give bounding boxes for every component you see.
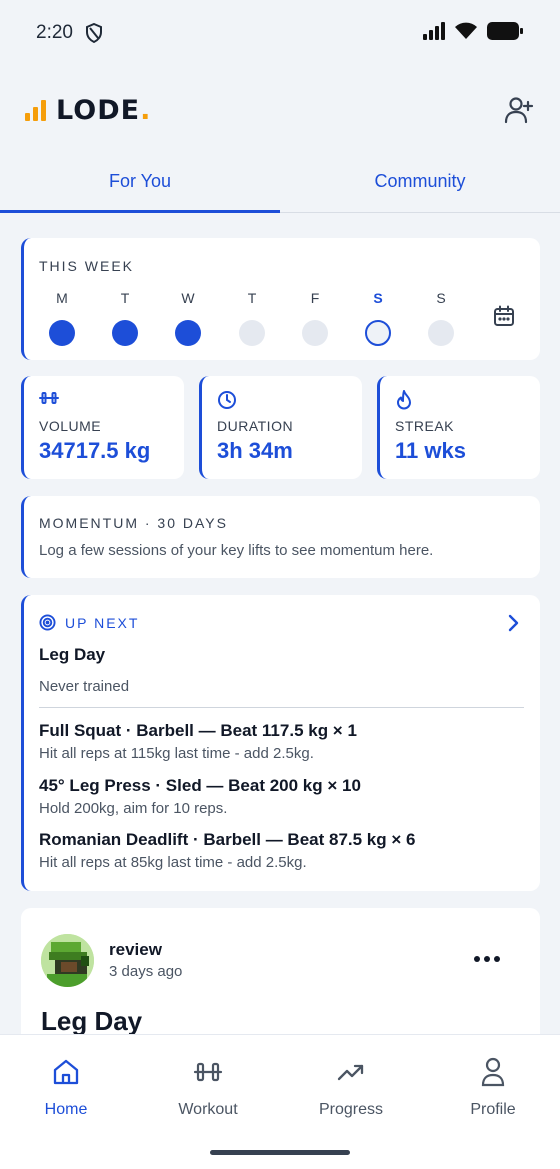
exercise-title: 45° Leg Press · Sled — Beat 200 kg × 10 bbox=[39, 776, 361, 795]
this-week-card: THIS WEEK M T W T F S S bbox=[21, 238, 540, 360]
bottom-nav: Home Workout Progress Profile bbox=[0, 1034, 560, 1169]
day-dot-empty bbox=[302, 320, 328, 346]
volume-value: 34717.5 kg bbox=[39, 438, 151, 463]
nav-home-label: Home bbox=[44, 1101, 88, 1118]
logo-bars-icon bbox=[25, 100, 46, 121]
logo-text: LODE. bbox=[56, 94, 152, 126]
duration-label: DURATION bbox=[217, 418, 294, 434]
up-next-header: UP NEXT bbox=[39, 614, 139, 631]
day-dot-done bbox=[112, 320, 138, 346]
day-tuesday: T bbox=[110, 290, 140, 346]
volume-label: VOLUME bbox=[39, 418, 102, 434]
day-letter: M bbox=[56, 290, 68, 306]
app-header: LODE. bbox=[0, 80, 560, 140]
this-week-title: THIS WEEK bbox=[39, 258, 135, 274]
person-icon bbox=[438, 1055, 548, 1089]
add-user-icon[interactable] bbox=[504, 95, 534, 125]
day-letter-today: S bbox=[373, 290, 383, 306]
status-icons bbox=[422, 21, 524, 46]
day-saturday: S bbox=[363, 290, 393, 346]
day-sunday: S bbox=[426, 290, 456, 346]
exercise-title: Full Squat · Barbell — Beat 117.5 kg × 1 bbox=[39, 721, 357, 740]
clock-icon bbox=[217, 390, 237, 410]
plan-status: Never trained bbox=[39, 678, 130, 695]
momentum-card: MOMENTUM · 30 DAYS Log a few sessions of… bbox=[21, 496, 540, 578]
chevron-right-icon[interactable] bbox=[506, 614, 520, 632]
nav-profile-label: Profile bbox=[470, 1101, 516, 1118]
feed-tabs: For You Community bbox=[0, 150, 560, 213]
exercise-item: Full Squat · Barbell — Beat 117.5 kg × 1… bbox=[39, 721, 357, 762]
nav-workout[interactable]: Workout bbox=[153, 1055, 263, 1119]
day-letter: T bbox=[247, 290, 257, 306]
status-time: 2:20 bbox=[36, 22, 73, 43]
day-monday: M bbox=[47, 290, 77, 346]
day-wednesday: W bbox=[173, 290, 203, 346]
day-thursday: T bbox=[237, 290, 267, 346]
home-icon bbox=[11, 1055, 121, 1089]
day-dot-today bbox=[365, 320, 391, 346]
post-timestamp: 3 days ago bbox=[109, 963, 183, 980]
momentum-text: Log a few sessions of your key lifts to … bbox=[39, 542, 434, 559]
nav-progress[interactable]: Progress bbox=[296, 1055, 406, 1119]
day-letter: F bbox=[310, 290, 320, 306]
shield-icon bbox=[85, 23, 103, 43]
nav-workout-label: Workout bbox=[178, 1101, 238, 1118]
up-next-card[interactable]: UP NEXT Leg Day Never trained Full Squat… bbox=[21, 595, 540, 891]
streak-card: STREAK 11 wks bbox=[377, 376, 540, 479]
nav-home[interactable]: Home bbox=[11, 1055, 121, 1119]
exercise-hint: Hold 200kg, aim for 10 reps. bbox=[39, 800, 228, 817]
target-icon bbox=[39, 614, 56, 631]
streak-label: STREAK bbox=[395, 418, 455, 434]
day-letter: S bbox=[436, 290, 446, 306]
up-next-label: UP NEXT bbox=[65, 614, 140, 631]
streak-value: 11 wks bbox=[395, 438, 466, 463]
post-username[interactable]: review bbox=[109, 940, 162, 960]
signal-icon bbox=[422, 21, 446, 45]
nav-profile[interactable]: Profile bbox=[438, 1055, 548, 1119]
divider bbox=[39, 707, 524, 708]
avatar[interactable] bbox=[41, 934, 94, 987]
volume-card: VOLUME 34717.5 kg bbox=[21, 376, 184, 479]
tab-community[interactable]: Community bbox=[280, 150, 560, 212]
duration-card: DURATION 3h 34m bbox=[199, 376, 362, 479]
day-dot-done bbox=[175, 320, 201, 346]
dumbbell-icon bbox=[153, 1055, 263, 1089]
day-dot-empty bbox=[239, 320, 265, 346]
day-letter: W bbox=[181, 290, 195, 306]
more-options-icon[interactable] bbox=[474, 956, 500, 962]
status-bar: 2:20 bbox=[0, 0, 560, 66]
exercise-item: 45° Leg Press · Sled — Beat 200 kg × 10 … bbox=[39, 776, 361, 817]
tab-for-you[interactable]: For You bbox=[0, 150, 280, 213]
day-dot-done bbox=[49, 320, 75, 346]
trending-up-icon bbox=[296, 1055, 406, 1089]
plan-name: Leg Day bbox=[39, 645, 106, 664]
duration-value: 3h 34m bbox=[217, 438, 293, 463]
post-title: Leg Day bbox=[41, 1006, 143, 1036]
wifi-icon bbox=[454, 22, 478, 45]
flame-icon bbox=[395, 390, 413, 410]
exercise-hint: Hit all reps at 115kg last time - add 2.… bbox=[39, 745, 314, 762]
day-dot-empty bbox=[428, 320, 454, 346]
day-letter: T bbox=[120, 290, 130, 306]
momentum-title: MOMENTUM · 30 DAYS bbox=[39, 515, 228, 531]
calendar-icon[interactable] bbox=[492, 304, 516, 328]
nav-progress-label: Progress bbox=[318, 1101, 384, 1118]
exercise-item: Romanian Deadlift · Barbell — Beat 87.5 … bbox=[39, 830, 415, 871]
home-indicator[interactable] bbox=[210, 1150, 350, 1155]
exercise-title: Romanian Deadlift · Barbell — Beat 87.5 … bbox=[39, 830, 416, 849]
battery-icon bbox=[486, 21, 524, 46]
exercise-hint: Hit all reps at 85kg last time - add 2.5… bbox=[39, 854, 307, 871]
day-friday: F bbox=[300, 290, 330, 346]
lode-logo: LODE. bbox=[24, 95, 151, 126]
dumbbell-icon bbox=[39, 390, 59, 406]
